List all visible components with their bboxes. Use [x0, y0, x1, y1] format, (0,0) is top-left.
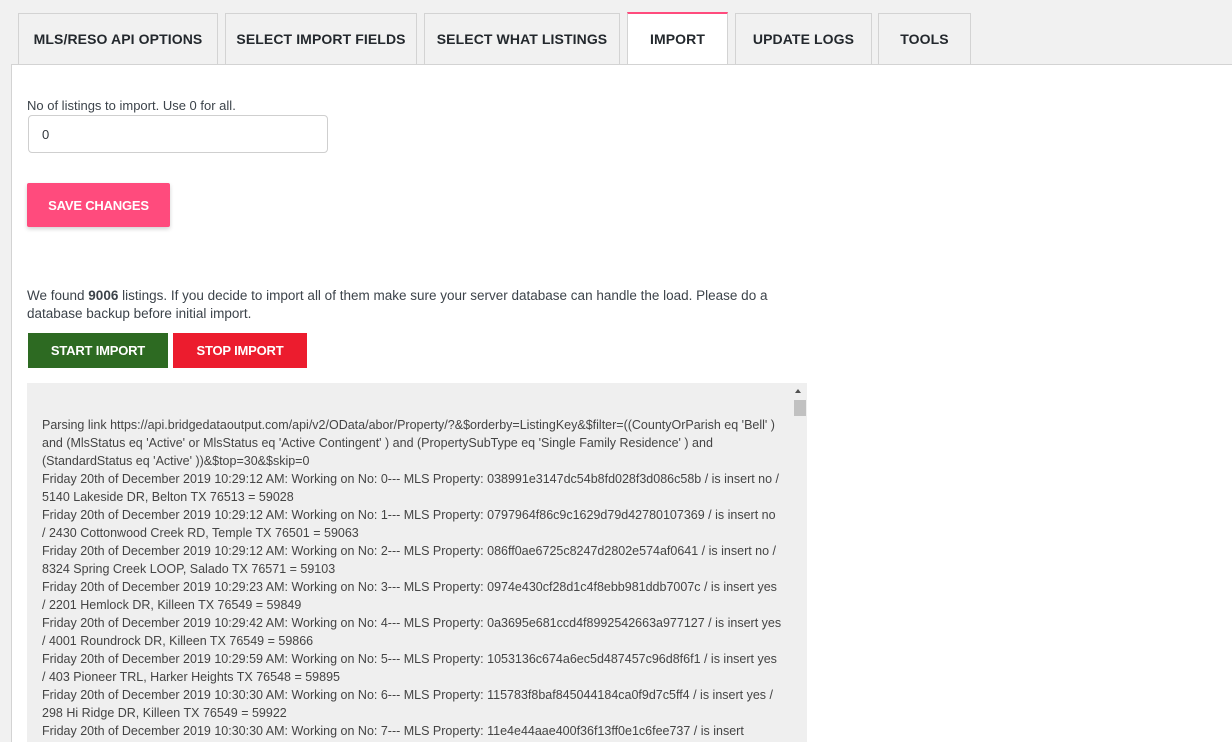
- tab-select-what-listings[interactable]: SELECT WHAT LISTINGS: [424, 13, 620, 64]
- import-log[interactable]: Parsing link https://api.bridgedataoutpu…: [27, 383, 807, 742]
- tab-bar: MLS/RESO API OPTIONS SELECT IMPORT FIELD…: [0, 0, 1232, 65]
- log-line: Parsing link https://api.bridgedataoutpu…: [42, 418, 775, 468]
- tab-select-import-fields[interactable]: SELECT IMPORT FIELDS: [225, 13, 417, 64]
- log-line: Friday 20th of December 2019 10:29:12 AM…: [42, 472, 780, 504]
- log-line: Friday 20th of December 2019 10:29:12 AM…: [42, 508, 776, 540]
- stop-import-button[interactable]: STOP IMPORT: [173, 333, 307, 368]
- tab-tools[interactable]: TOOLS: [878, 13, 971, 64]
- save-changes-button[interactable]: SAVE CHANGES: [27, 183, 170, 227]
- log-line: Friday 20th of December 2019 10:30:30 AM…: [42, 688, 773, 720]
- found-prefix: We found: [27, 288, 89, 303]
- tab-update-logs[interactable]: UPDATE LOGS: [735, 13, 872, 64]
- listings-count-input[interactable]: [28, 115, 328, 153]
- log-line: Friday 20th of December 2019 10:29:42 AM…: [42, 616, 782, 648]
- log-scrollbar[interactable]: [791, 383, 807, 742]
- scroll-up-arrow-icon[interactable]: [795, 389, 801, 393]
- scroll-thumb[interactable]: [794, 400, 806, 416]
- tab-mls-reso-api-options[interactable]: MLS/RESO API OPTIONS: [18, 13, 218, 64]
- log-line: Friday 20th of December 2019 10:30:30 AM…: [42, 724, 744, 738]
- found-listings-message: We found 9006 listings. If you decide to…: [27, 287, 807, 323]
- log-line: Friday 20th of December 2019 10:29:12 AM…: [42, 544, 777, 576]
- log-line: Friday 20th of December 2019 10:29:59 AM…: [42, 652, 777, 684]
- found-count: 9006: [88, 288, 119, 303]
- listings-count-label: No of listings to import. Use 0 for all.: [27, 98, 236, 113]
- log-line: Friday 20th of December 2019 10:29:23 AM…: [42, 580, 777, 612]
- start-import-button[interactable]: START IMPORT: [28, 333, 168, 368]
- import-log-content: Parsing link https://api.bridgedataoutpu…: [42, 416, 782, 740]
- tab-import[interactable]: IMPORT: [627, 12, 728, 64]
- found-suffix: listings. If you decide to import all of…: [27, 288, 768, 321]
